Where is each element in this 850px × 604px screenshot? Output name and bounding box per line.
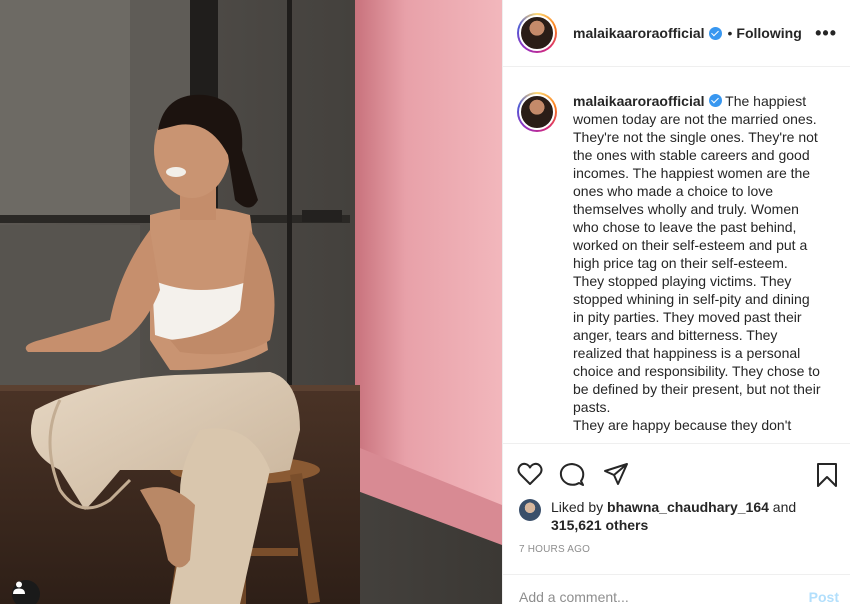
paper-plane-icon[interactable] [603,462,629,486]
more-options-icon[interactable]: ••• [815,24,837,42]
comment-bar: Post [503,574,850,604]
post-header: malaikaaroraofficial • Following ••• [503,0,850,67]
caption-paragraph-2: They stopped playing victims. They stopp… [573,273,821,415]
verified-badge-icon [708,26,722,40]
photo-illustration [0,0,502,604]
action-bar [503,443,850,493]
caption-username[interactable]: malaikaaroraofficial [573,93,705,109]
likes-text: Liked by bhawna_chaudhary_164 and 315,62… [551,498,796,534]
user-tag-button[interactable] [12,580,40,604]
caption-paragraph-1: The happiest women today are not the mar… [573,93,818,271]
liked-by-and: and [768,499,797,515]
heart-icon[interactable] [517,462,543,486]
comment-input[interactable] [519,574,789,604]
post-comment-button[interactable]: Post [809,589,839,604]
likes-count-link[interactable]: 315,621 others [551,517,648,533]
post-photo[interactable] [0,0,502,604]
author-avatar[interactable] [517,13,557,53]
post-side-panel: malaikaaroraofficial • Following ••• mal… [502,0,850,604]
separator-dot: • [727,25,733,41]
caption-verified-badge-icon [708,94,722,107]
user-tag-icon [13,581,25,594]
bookmark-icon[interactable] [815,462,839,488]
caption-text: malaikaaroraofficial The happiest women … [573,92,823,442]
caption-section: malaikaaroraofficial The happiest women … [503,68,850,442]
liker-avatar[interactable] [519,499,541,521]
caption-author-avatar[interactable] [517,92,557,132]
author-username[interactable]: malaikaaroraofficial [573,25,705,41]
caption-paragraph-3: They are happy because they don't [573,417,792,433]
liked-by-prefix: Liked by [551,499,608,515]
likes-summary: Liked by bhawna_chaudhary_164 and 315,62… [519,498,796,534]
following-button[interactable]: Following [736,25,801,41]
liked-by-user-link[interactable]: bhawna_chaudhary_164 [607,499,769,515]
comment-bubble-icon[interactable] [559,462,585,488]
post-timestamp[interactable]: 7 HOURS AGO [519,544,590,555]
